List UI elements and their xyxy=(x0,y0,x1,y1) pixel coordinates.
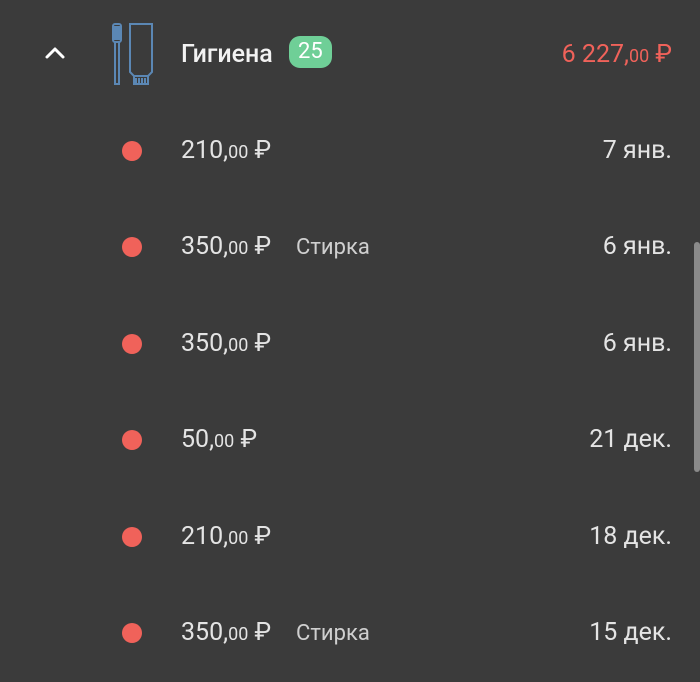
total-currency: ₽ xyxy=(649,40,672,69)
transaction-date: 7 янв. xyxy=(602,136,672,165)
expense-dot-icon xyxy=(122,141,142,161)
expense-dot-icon xyxy=(122,237,142,258)
transaction-amount: 350,00 ₽ xyxy=(181,232,272,262)
transaction-row[interactable]: 210,00 ₽ 7 янв. xyxy=(0,104,700,200)
expense-dot-icon xyxy=(122,430,142,451)
transaction-date: 18 дек. xyxy=(589,521,672,551)
transactions-list: 210,00 ₽ 7 янв. 350,00 ₽ Стирка 6 янв. 3… xyxy=(0,104,700,682)
expense-dot-icon xyxy=(122,526,142,547)
expense-dot-icon xyxy=(122,333,142,354)
transaction-note: Стирка xyxy=(296,620,370,646)
transactions-count-badge: 25 xyxy=(289,36,332,68)
expense-dot-icon xyxy=(122,622,142,643)
transaction-date: 6 янв. xyxy=(602,232,672,262)
transaction-amount: 350,00 ₽ xyxy=(181,328,272,358)
transaction-amount: 350,00 ₽ xyxy=(181,617,272,647)
transaction-date: 21 дек. xyxy=(589,425,672,455)
transaction-row[interactable]: 350,00 ₽ Стирка 15 дек. xyxy=(0,586,700,682)
toothbrush-toothpaste-icon xyxy=(108,20,156,88)
scrollbar[interactable] xyxy=(694,242,700,472)
transaction-row[interactable]: 210,00 ₽ 18 дек. xyxy=(0,490,700,586)
transaction-date: 15 дек. xyxy=(589,617,672,647)
transaction-amount: 210,00 ₽ xyxy=(181,136,272,165)
transaction-amount: 50,00 ₽ xyxy=(181,425,258,455)
transaction-row[interactable]: 50,00 ₽ 21 дек. xyxy=(0,393,700,489)
transaction-row[interactable]: 350,00 ₽ Стирка 6 янв. xyxy=(0,200,700,296)
category-header[interactable]: Гигиена 25 6 227,00 ₽ xyxy=(0,0,700,110)
total-main: 6 227, xyxy=(561,40,629,69)
category-title: Гигиена xyxy=(181,40,273,69)
collapse-chevron-up-icon[interactable] xyxy=(38,36,72,70)
category-total: 6 227,00 ₽ xyxy=(562,38,672,74)
transaction-date: 6 янв. xyxy=(602,328,672,358)
transaction-note: Стирка xyxy=(296,235,370,261)
transaction-row[interactable]: 350,00 ₽ 6 янв. xyxy=(0,297,700,393)
transaction-amount: 210,00 ₽ xyxy=(181,521,272,551)
total-cents: 00 xyxy=(628,46,650,67)
